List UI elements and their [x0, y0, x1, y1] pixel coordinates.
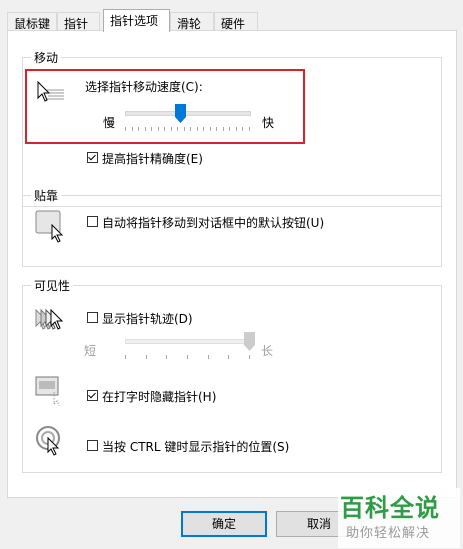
short-label: 短 [84, 344, 97, 358]
motion-legend: 移动 [31, 49, 62, 66]
slider-tick [249, 355, 250, 359]
tab-panel: 移动 选择指针移动速度(C): 慢 快 提高指针精确度(E) 贴靠 自动将指针移… [7, 30, 457, 498]
precision-checkbox[interactable] [87, 152, 98, 163]
trails-slider[interactable] [125, 331, 255, 361]
snap-label[interactable]: 自动将指针移动到对话框中的默认按钮(U) [102, 214, 324, 231]
visibility-legend: 可见性 [31, 277, 74, 294]
snap-checkbox[interactable] [87, 216, 98, 227]
ctrl-label[interactable]: 当按 CTRL 键时显示指针的位置(S) [102, 438, 289, 455]
ctrl-checkbox[interactable] [87, 440, 98, 451]
hide-checkbox[interactable] [87, 390, 98, 401]
show-location-icon [36, 426, 60, 456]
trails-slider-track [125, 339, 251, 344]
slider-tick [146, 355, 147, 359]
trails-slider-thumb[interactable] [244, 332, 255, 352]
trails-label[interactable]: 显示指针轨迹(D) [102, 310, 193, 327]
watermark-subtitle: 助你轻松解决 [346, 526, 431, 541]
tab-pointer-options[interactable]: 指针选项 [103, 9, 170, 32]
watermark-title: 百科全说 [340, 494, 440, 522]
tab-mouse-buttons[interactable]: 鼠标键 [7, 12, 57, 31]
slider-tick [208, 355, 209, 359]
trails-checkbox[interactable] [87, 312, 98, 323]
ok-button[interactable]: 确定 [181, 511, 267, 537]
snap-legend: 贴靠 [31, 187, 62, 204]
snap-to-icon [35, 210, 64, 243]
hide-pointer-icon [35, 376, 60, 406]
slider-tick [125, 355, 126, 359]
tab-pointers[interactable]: 指针 [57, 12, 100, 31]
precision-label[interactable]: 提高指针精确度(E) [102, 150, 203, 167]
snap-group: 贴靠 [22, 187, 442, 267]
tab-hardware[interactable]: 硬件 [214, 12, 258, 31]
tab-wheel[interactable]: 滑轮 [170, 12, 214, 31]
long-label: 长 [261, 344, 274, 358]
highlight-box [25, 69, 305, 144]
slider-tick [166, 355, 167, 359]
slider-tick [187, 355, 188, 359]
pointer-trails-icon [35, 308, 64, 330]
slider-tick [228, 355, 229, 359]
hide-label[interactable]: 在打字时隐藏指针(H) [102, 388, 216, 405]
